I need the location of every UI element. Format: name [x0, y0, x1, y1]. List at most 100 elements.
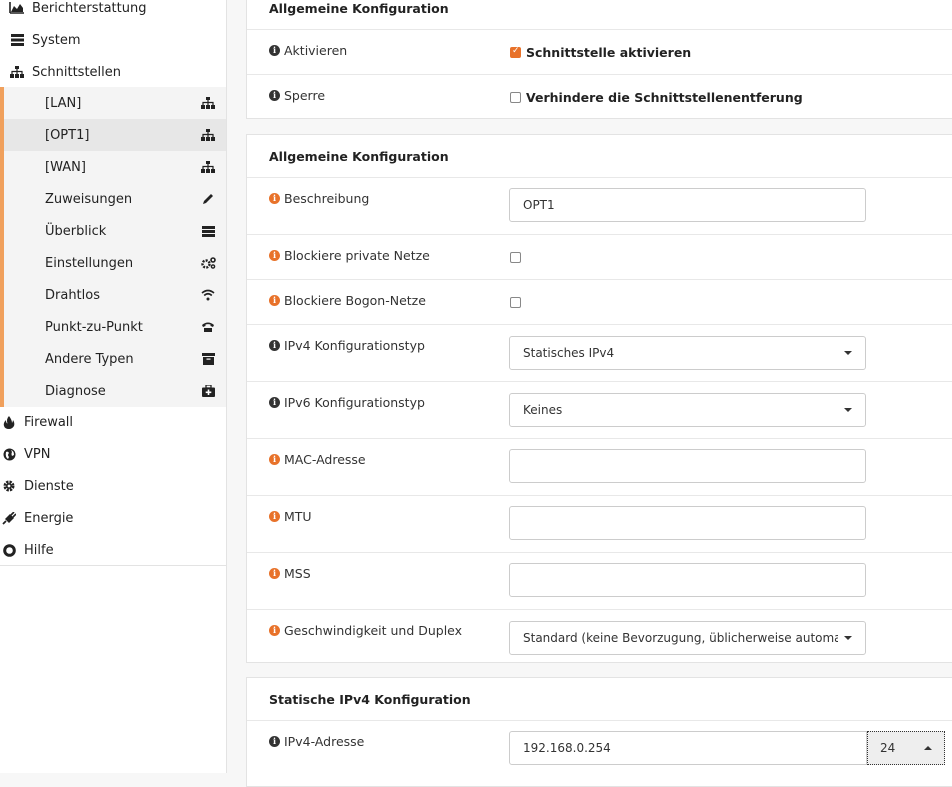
label-mtu: MTU	[284, 509, 312, 524]
select-value: Keines	[523, 403, 563, 417]
sidebar-item-einstellungen[interactable]: Einstellungen	[0, 247, 226, 279]
sitemap-icon	[198, 129, 218, 141]
row-sperre: i Sperre Verhindere die Schnittstellenen…	[247, 74, 952, 119]
nav-label: System	[32, 32, 81, 48]
fire-icon	[0, 415, 18, 429]
card-general-config-2: Allgemeine Konfiguration i Beschreibung …	[246, 134, 952, 663]
life-ring-icon	[0, 543, 18, 557]
sidebar-item-ueberblick[interactable]: Überblick	[0, 215, 226, 247]
select-value: 24	[880, 741, 896, 755]
card-header: Statische IPv4 Konfiguration	[269, 692, 471, 707]
sidebar-item-andere-typen[interactable]: Andere Typen	[0, 343, 226, 375]
row-label: i Aktivieren	[269, 43, 347, 58]
label-aktivieren: Aktivieren	[284, 43, 348, 58]
sub-item-label: Überblick	[45, 223, 107, 239]
row-label: i MTU	[269, 509, 312, 524]
info-icon[interactable]: i	[269, 736, 280, 747]
beschreibung-input[interactable]: OPT1	[509, 188, 866, 222]
card-header: Allgemeine Konfiguration	[269, 1, 449, 16]
card-header: Allgemeine Konfiguration	[269, 149, 449, 164]
checkbox-bogon-netze[interactable]	[510, 297, 521, 308]
label-mss: MSS	[284, 566, 311, 581]
label-sperre: Sperre	[284, 88, 326, 103]
info-icon[interactable]: i	[269, 625, 280, 636]
server-icon	[8, 34, 26, 46]
sitemap-icon	[198, 161, 218, 173]
nav-item-energie[interactable]: Energie	[0, 502, 226, 534]
info-icon[interactable]: i	[269, 193, 280, 204]
info-icon[interactable]: i	[269, 397, 280, 408]
row-aktivieren: i Aktivieren Schnittstelle aktivieren	[247, 29, 952, 74]
select-value: Standard (keine Bevorzugung, üblicherwei…	[523, 631, 838, 645]
label-ipv4-type: IPv4 Konfigurationstyp	[284, 338, 425, 353]
row-mss: i MSS	[247, 552, 952, 609]
sidebar-item-punkt-zu-punkt[interactable]: Punkt-zu-Punkt	[0, 311, 226, 343]
info-icon[interactable]: i	[269, 340, 280, 351]
sidebar: Berichterstattung System Schnittstellen …	[0, 0, 227, 773]
info-icon[interactable]: i	[269, 250, 280, 261]
cog-icon	[0, 480, 18, 492]
nav-label: Energie	[24, 510, 74, 526]
row-ipv6-type: i IPv6 Konfigurationstyp Keines	[247, 381, 952, 438]
medkit-icon	[198, 385, 218, 397]
ipv4-adresse-input[interactable]: 192.168.0.254	[509, 731, 867, 765]
sub-item-label: Diagnose	[45, 383, 106, 399]
sub-item-label: Drahtlos	[45, 287, 100, 303]
checkbox-sperre[interactable]	[510, 92, 521, 103]
row-mtu: i MTU	[247, 495, 952, 552]
nav-item-dienste[interactable]: Dienste	[0, 470, 226, 502]
checkbox-label-sperre[interactable]: Verhindere die Schnittstellenentferung	[526, 90, 803, 105]
sidebar-item-drahtlos[interactable]: Drahtlos	[0, 279, 226, 311]
sidebar-item-wan[interactable]: [WAN]	[0, 151, 226, 183]
checkbox-schnittstelle-aktivieren[interactable]	[510, 46, 521, 58]
label-bogon-netze: Blockiere Bogon-Netze	[284, 293, 426, 308]
sitemap-icon	[8, 66, 26, 78]
row-label: i IPv4 Konfigurationstyp	[269, 338, 425, 353]
row-ipv4-type: i IPv4 Konfigurationstyp Statisches IPv4	[247, 324, 952, 381]
row-label: i MAC-Adresse	[269, 452, 366, 467]
sitemap-icon	[198, 97, 218, 109]
nav-label: Hilfe	[24, 542, 54, 558]
row-speed-duplex: i Geschwindigkeit und Duplex Standard (k…	[247, 609, 952, 664]
info-icon[interactable]: i	[269, 511, 280, 522]
row-mac-adresse: i MAC-Adresse	[247, 438, 952, 495]
sidebar-item-lan[interactable]: [LAN]	[0, 87, 226, 119]
main-content: Allgemeine Konfiguration i Aktivieren Sc…	[246, 0, 952, 787]
checkbox-private-netze[interactable]	[510, 252, 521, 263]
info-icon[interactable]: i	[269, 295, 280, 306]
nav-item-berichterstattung[interactable]: Berichterstattung	[0, 0, 226, 24]
cogs-icon	[198, 257, 218, 269]
ipv4-type-select[interactable]: Statisches IPv4	[509, 336, 866, 370]
mss-input[interactable]	[509, 563, 866, 597]
nav-item-hilfe[interactable]: Hilfe	[0, 534, 226, 566]
subnet-prefix-select[interactable]: 24	[867, 731, 945, 765]
info-icon[interactable]: i	[269, 45, 280, 56]
row-label: i MSS	[269, 566, 311, 581]
info-icon[interactable]: i	[269, 454, 280, 465]
sidebar-item-diagnose[interactable]: Diagnose	[0, 375, 226, 407]
caret-up-icon	[924, 746, 932, 750]
nav-item-vpn[interactable]: VPN	[0, 438, 226, 470]
checkbox-label-aktivieren[interactable]: Schnittstelle aktivieren	[526, 45, 691, 60]
speed-duplex-select[interactable]: Standard (keine Bevorzugung, üblicherwei…	[509, 621, 866, 655]
row-bogon-netze: i Blockiere Bogon-Netze	[247, 279, 952, 324]
mtu-input[interactable]	[509, 506, 866, 540]
row-label: i Blockiere Bogon-Netze	[269, 293, 426, 308]
nav-item-firewall[interactable]: Firewall	[0, 406, 226, 438]
ipv6-type-select[interactable]: Keines	[509, 393, 866, 427]
row-label: i Sperre	[269, 88, 325, 103]
nav-label: VPN	[24, 446, 51, 462]
nav-item-system[interactable]: System	[0, 24, 226, 56]
sub-item-label: [OPT1]	[45, 127, 90, 143]
label-beschreibung: Beschreibung	[284, 191, 370, 206]
info-icon[interactable]: i	[269, 90, 280, 101]
row-label: i IPv6 Konfigurationstyp	[269, 395, 425, 410]
sidebar-item-zuweisungen[interactable]: Zuweisungen	[0, 183, 226, 215]
sub-item-label: Punkt-zu-Punkt	[45, 319, 143, 335]
plug-icon	[0, 511, 18, 525]
nav-item-schnittstellen[interactable]: Schnittstellen	[0, 56, 226, 88]
label-mac-adresse: MAC-Adresse	[284, 452, 366, 467]
mac-adresse-input[interactable]	[509, 449, 866, 483]
sidebar-item-opt1[interactable]: [OPT1]	[0, 119, 226, 151]
info-icon[interactable]: i	[269, 568, 280, 579]
